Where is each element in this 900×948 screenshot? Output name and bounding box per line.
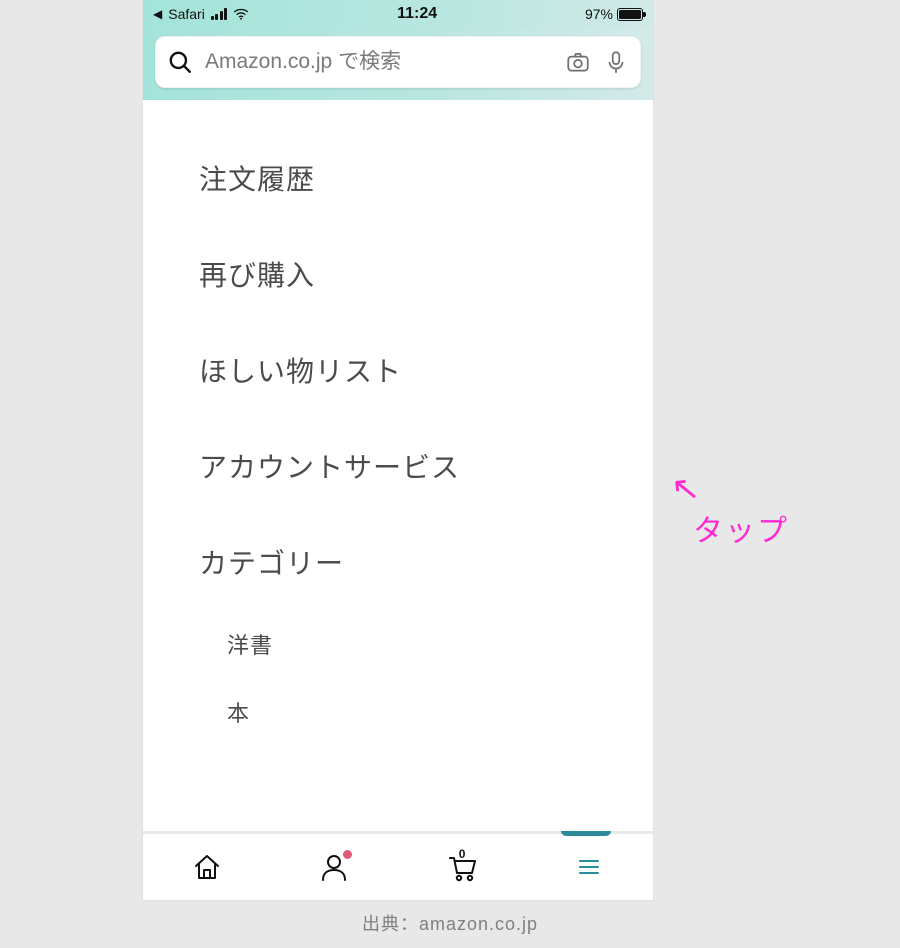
back-to-app-icon[interactable]: ◀ xyxy=(153,7,162,21)
menu-list: 注文履歴 再び購入 ほしい物リスト アカウントサービス カテゴリー 洋書 本 xyxy=(143,100,653,831)
annotation-label: タップ xyxy=(693,506,789,550)
menu-subitem-books[interactable]: 本 xyxy=(199,678,633,746)
search-input[interactable] xyxy=(205,50,553,74)
cart-count-badge: 0 xyxy=(459,847,466,861)
annotation-callout: ↖ タップ xyxy=(665,460,789,550)
menu-item-order-history[interactable]: 注文履歴 xyxy=(199,130,633,226)
status-bar: ◀ Safari 11:24 97% xyxy=(143,0,653,28)
battery-icon xyxy=(617,8,643,21)
nav-home-button[interactable] xyxy=(177,844,237,890)
annotation-arrow-icon: ↖ xyxy=(669,458,797,511)
hamburger-menu-icon xyxy=(573,851,605,883)
status-right: 97% xyxy=(585,6,643,22)
camera-icon[interactable] xyxy=(565,49,591,75)
back-to-app-label[interactable]: Safari xyxy=(168,6,205,22)
home-icon xyxy=(191,851,223,883)
microphone-icon[interactable] xyxy=(603,49,629,75)
cellular-signal-icon xyxy=(211,8,228,20)
nav-cart-button[interactable]: 0 xyxy=(432,844,492,890)
menu-item-buy-again[interactable]: 再び購入 xyxy=(199,226,633,322)
search-bar[interactable] xyxy=(155,36,641,88)
search-icon xyxy=(167,49,193,75)
menu-subitem-foreign-books[interactable]: 洋書 xyxy=(199,610,633,678)
wifi-icon xyxy=(233,8,249,20)
status-left: ◀ Safari xyxy=(153,6,249,22)
bottom-nav: 0 xyxy=(143,834,653,900)
battery-percent: 97% xyxy=(585,6,613,22)
nav-account-button[interactable] xyxy=(304,844,364,890)
menu-item-account-services[interactable]: アカウントサービス xyxy=(199,418,633,514)
active-tab-indicator xyxy=(561,831,611,836)
search-header xyxy=(143,28,653,100)
menu-item-wishlist[interactable]: ほしい物リスト xyxy=(199,322,633,418)
image-caption: 出典：amazon.co.jp xyxy=(0,910,900,936)
phone-frame: ◀ Safari 11:24 97% 注文履 xyxy=(143,0,653,900)
menu-item-categories[interactable]: カテゴリー xyxy=(199,514,633,610)
status-time: 11:24 xyxy=(397,5,437,23)
nav-menu-button[interactable] xyxy=(559,844,619,890)
notification-dot-icon xyxy=(343,850,352,859)
